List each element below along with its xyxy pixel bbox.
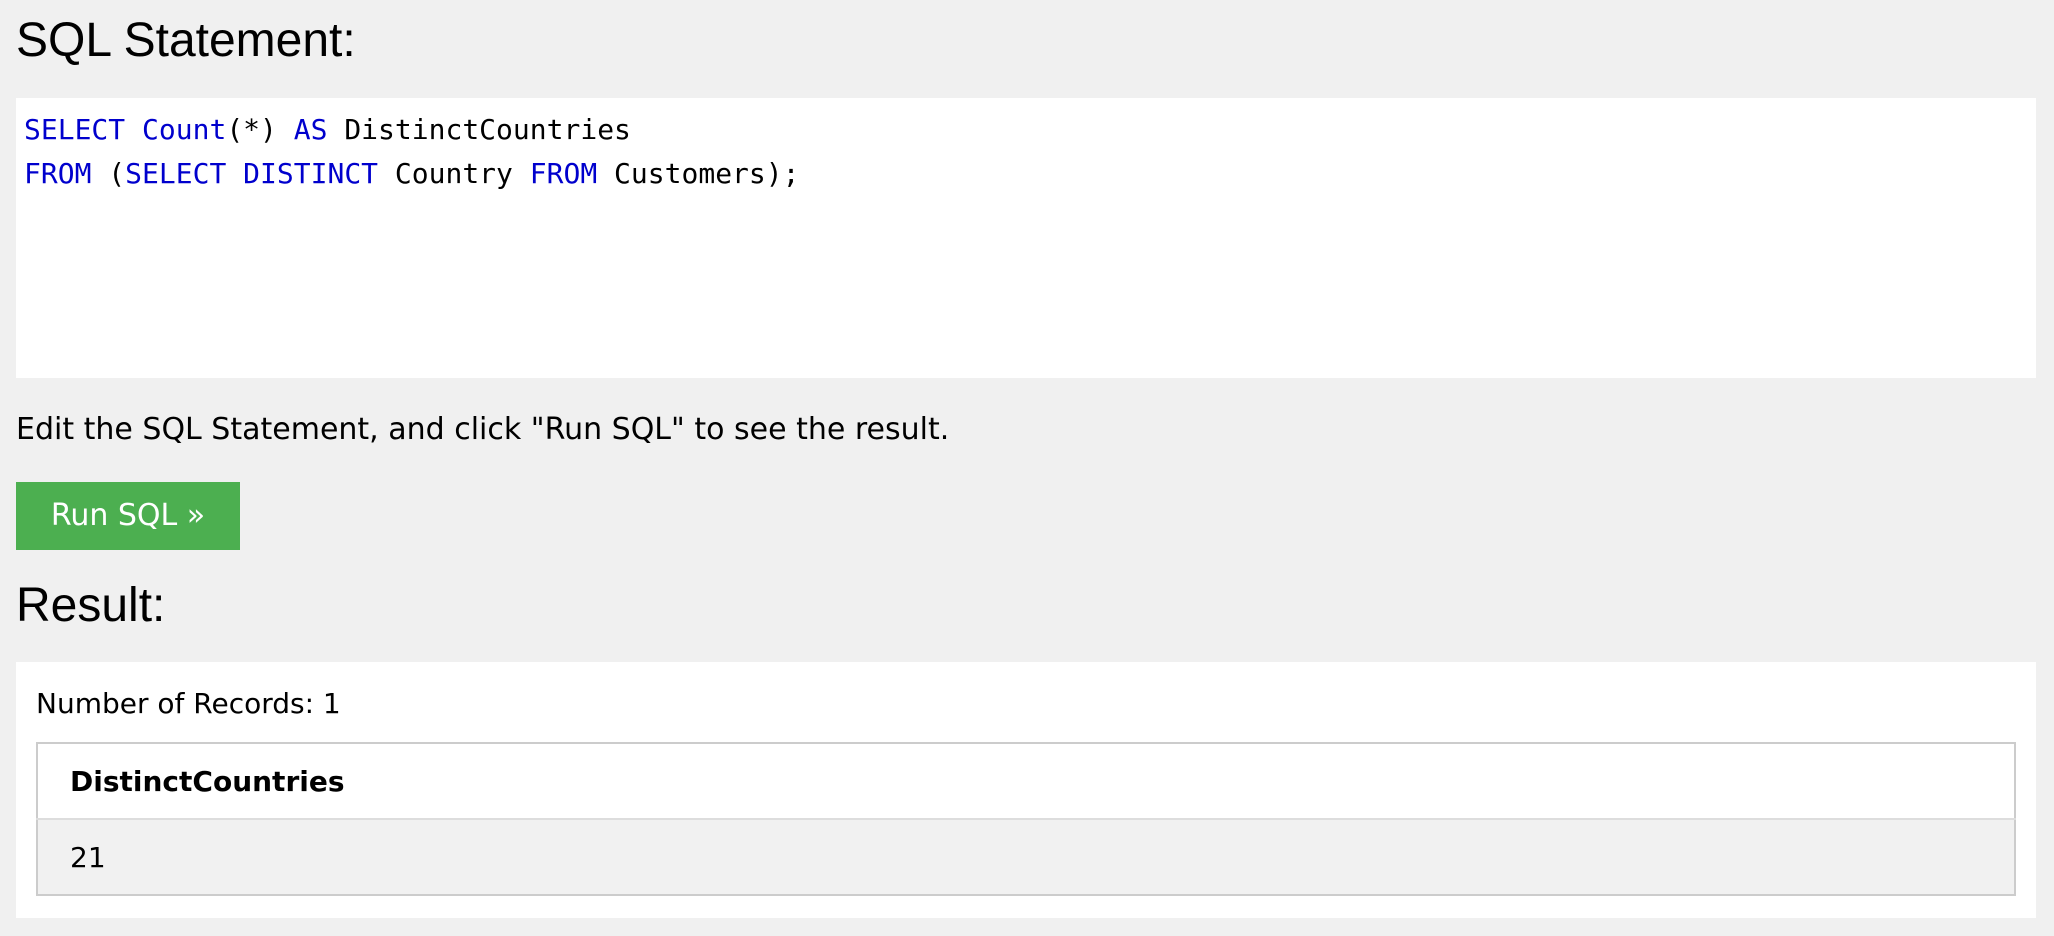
sql-keyword: FROM: [529, 157, 598, 190]
sql-text: (: [91, 157, 126, 190]
sql-text: Customers);: [597, 157, 800, 190]
sql-keyword: DISTINCT: [243, 157, 379, 190]
sql-text: (*): [226, 113, 294, 146]
sql-keyword: Count: [142, 113, 227, 146]
column-header-distinct-countries: DistinctCountries: [37, 743, 2015, 820]
result-table: DistinctCountries 21: [36, 742, 2016, 896]
sql-text: DistinctCountries: [327, 113, 631, 146]
sql-keyword: FROM: [24, 157, 92, 190]
result-header-row: DistinctCountries: [37, 743, 2015, 820]
sql-keyword: SELECT: [24, 113, 126, 146]
sql-keyword: AS: [293, 113, 328, 146]
sql-keyword: SELECT: [125, 157, 227, 190]
result-heading: Result:: [16, 579, 166, 632]
sql-line[interactable]: FROM (SELECT DISTINCT Country FROM Custo…: [24, 152, 2028, 196]
sql-line[interactable]: SELECT Count(*) AS DistinctCountries: [24, 108, 2028, 152]
table-cell: 21: [37, 819, 2015, 895]
result-panel: Number of Records: 1 DistinctCountries 2…: [16, 662, 2036, 918]
sql-tryit-page: SQL Statement: SELECT Count(*) AS Distin…: [0, 0, 2054, 936]
sql-editor[interactable]: SELECT Count(*) AS DistinctCountries FROM…: [16, 98, 2036, 378]
record-count: Number of Records: 1: [36, 687, 341, 720]
run-sql-button[interactable]: Run SQL »: [16, 482, 240, 550]
sql-text: Country: [378, 157, 530, 190]
table-row: 21: [37, 819, 2015, 895]
sql-statement-heading: SQL Statement:: [16, 14, 356, 67]
instructions-text: Edit the SQL Statement, and click "Run S…: [16, 412, 950, 447]
